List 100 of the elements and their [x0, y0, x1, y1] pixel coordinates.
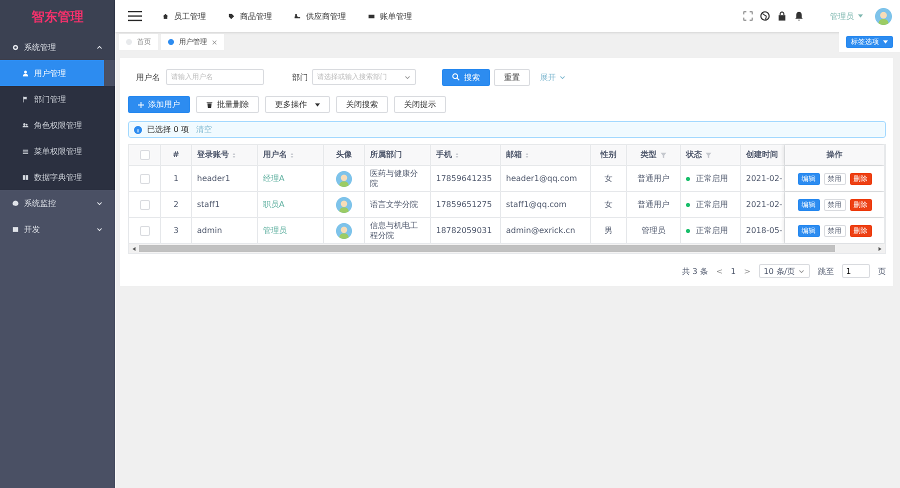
sort-icon[interactable]	[455, 152, 459, 158]
status-dot	[686, 202, 690, 206]
table-cell: 17859641235	[436, 174, 492, 184]
page-size-select[interactable]: 10 条/页	[758, 264, 810, 278]
menu-item[interactable]: 菜单权限管理	[0, 138, 115, 164]
filter-icon[interactable]	[705, 152, 712, 158]
checkbox[interactable]	[140, 150, 150, 160]
filter-icon[interactable]	[660, 152, 666, 158]
checkbox[interactable]	[140, 226, 150, 236]
table-cell: header1	[197, 174, 230, 184]
table-cell: header1@qq.com	[506, 174, 578, 184]
chevron-icon	[559, 74, 566, 80]
column-header: 创建时间	[746, 150, 778, 160]
menu-item[interactable]: 部门管理	[0, 86, 115, 112]
table-cell: staff1@qq.com	[506, 200, 567, 210]
caret-icon	[883, 40, 888, 44]
status-dot	[686, 176, 690, 180]
toolbar-button[interactable]: 关闭搜索	[336, 96, 388, 113]
table-cell: 1	[173, 174, 179, 184]
page-input[interactable]: 1	[842, 264, 870, 278]
bell-icon[interactable]	[794, 11, 804, 21]
alert-text: 已选择 0 项	[147, 124, 190, 135]
column-header: 所属部门	[370, 150, 402, 160]
table-cell: 2021-02-	[746, 200, 782, 210]
info-icon	[134, 126, 142, 134]
fullscreen-icon[interactable]	[743, 11, 753, 21]
menu-group[interactable]: 系统管理	[0, 34, 115, 60]
sort-icon[interactable]	[290, 152, 294, 158]
column-header: 手机	[436, 150, 452, 160]
reset-button[interactable]: 重置	[494, 68, 530, 86]
field-label: 部门	[291, 72, 308, 82]
globe-icon[interactable]	[760, 11, 770, 21]
table-cell: admin	[197, 226, 222, 236]
table-cell: 正常启用	[696, 226, 728, 236]
column-header: 邮箱	[506, 150, 522, 160]
caret-icon	[858, 14, 863, 18]
chevron-icon	[404, 74, 411, 80]
nav-item[interactable]: 商品管理	[228, 10, 272, 22]
table-cell: 2	[173, 200, 179, 210]
table-cell: 18782059031	[436, 226, 492, 236]
table-cell: 女	[604, 174, 612, 184]
search-icon	[452, 73, 460, 81]
avatar[interactable]	[875, 8, 892, 24]
table-cell: staff1	[197, 200, 220, 210]
table-cell: 女	[604, 200, 612, 210]
table-cell: 管理员	[642, 226, 666, 236]
sort-icon[interactable]	[525, 152, 529, 158]
table-cell: 正常启用	[696, 174, 728, 184]
scrollbar[interactable]	[139, 245, 835, 252]
trash-icon	[206, 101, 213, 108]
table-cell: 2018-05-	[746, 226, 782, 236]
toolbar-button[interactable]: 关闭提示	[394, 96, 446, 113]
table-cell: 正常启用	[696, 200, 728, 210]
table-cell-text: 医药与健康分院	[370, 168, 419, 188]
sort-icon[interactable]	[232, 152, 236, 158]
chevron-icon	[96, 226, 103, 232]
table-cell: admin@exrick.cn	[506, 226, 576, 236]
logo: 智东管理	[32, 8, 84, 26]
caret-icon	[315, 102, 320, 106]
plus-icon	[138, 102, 144, 108]
lock-icon[interactable]	[777, 11, 787, 21]
scroll-right-icon[interactable]	[877, 246, 883, 252]
table-cell: 语言文学分院	[370, 200, 418, 210]
table-cell: 普通用户	[638, 174, 670, 184]
column-header: 性别	[600, 150, 616, 160]
chevron-icon	[96, 44, 103, 50]
total-count: 共 3 条	[682, 266, 708, 276]
scroll-left-icon[interactable]	[131, 246, 137, 252]
jump-label: 跳至	[818, 266, 834, 276]
menu-item[interactable]: 数据字典管理	[0, 164, 115, 190]
column-header: 用户名	[263, 150, 287, 160]
table-cell: 普通用户	[638, 200, 670, 210]
nav-item[interactable]: 供应商管理	[294, 10, 346, 22]
nav-item[interactable]: 员工管理	[162, 10, 206, 22]
table-cell: 男	[604, 226, 612, 236]
page-button[interactable]: 1	[730, 266, 736, 276]
add-button[interactable]: 添加用户	[128, 96, 190, 113]
column-header: 类型	[640, 150, 656, 160]
delete-button[interactable]: 批量删除	[196, 96, 259, 113]
table-cell-text: 信息与机电工程分院	[370, 220, 419, 240]
avatar	[336, 196, 352, 212]
more-button[interactable]: 更多操作	[265, 96, 330, 113]
checkbox[interactable]	[140, 174, 150, 184]
chevron-icon	[798, 268, 805, 274]
avatar	[336, 222, 352, 238]
column-header: 登录账号	[197, 150, 229, 160]
page-suffix: 页	[878, 266, 886, 276]
search-button[interactable]: 搜索	[442, 68, 490, 86]
nav-item[interactable]: 账单管理	[368, 10, 412, 22]
column-header: 操作	[826, 150, 842, 160]
status-dot	[686, 228, 690, 232]
field-label: 用户名	[136, 72, 161, 82]
menu-item[interactable]: 角色权限管理	[0, 112, 115, 138]
column-header: 头像	[336, 150, 352, 160]
checkbox[interactable]	[140, 200, 150, 210]
column-header: #	[172, 150, 180, 160]
close-icon[interactable]	[212, 40, 217, 44]
menu-item[interactable]: 用户管理	[0, 60, 104, 86]
column-header: 状态	[686, 150, 702, 160]
chevron-icon	[96, 200, 103, 206]
